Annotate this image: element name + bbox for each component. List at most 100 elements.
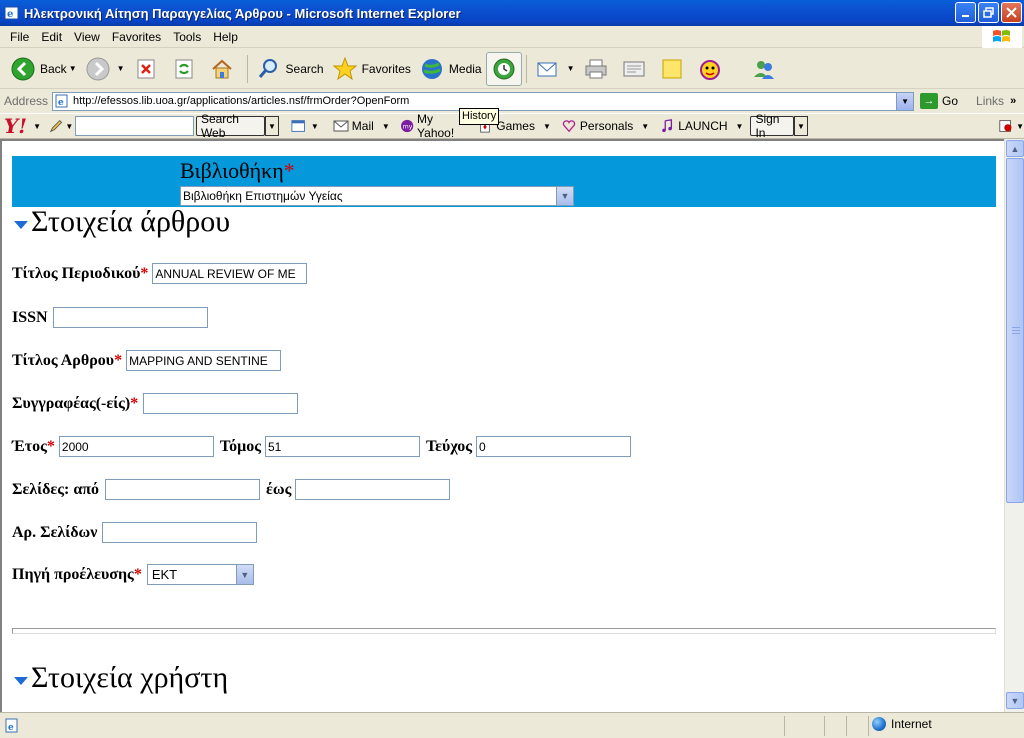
menu-view[interactable]: View: [68, 30, 106, 44]
my-yahoo-button[interactable]: my My Yahoo!: [400, 112, 468, 140]
edit-button[interactable]: [617, 52, 655, 86]
article-title-input[interactable]: MAPPING AND SENTINE: [126, 350, 282, 371]
pages-row: Σελίδες: από έως: [12, 479, 451, 500]
section-user-heading[interactable]: Στοιχεία χρήστη: [14, 661, 228, 695]
links-toolbar[interactable]: Links: [976, 94, 1004, 108]
menu-favorites[interactable]: Favorites: [106, 30, 167, 44]
library-banner: Βιβλιοθήκη* Βιβλιοθήκη Επιστημών Υγείας …: [12, 156, 996, 207]
library-label-text: Βιβλιοθήκη: [180, 158, 284, 183]
chevron-down-icon[interactable]: ▼: [641, 122, 649, 131]
chevron-down-icon[interactable]: ▼: [33, 122, 41, 131]
collapse-triangle-icon[interactable]: [14, 221, 28, 229]
minimize-icon: [961, 14, 969, 17]
favorites-button[interactable]: Favorites: [328, 52, 415, 86]
window-title: Ηλεκτρονική Αίτηση Παραγγελίας Άρθρου - …: [24, 5, 461, 21]
launch-button[interactable]: LAUNCH ▼: [659, 119, 743, 133]
menu-edit[interactable]: Edit: [35, 30, 68, 44]
year-input[interactable]: 2000: [58, 436, 214, 457]
article-title-label: Τίτλος Αρθρου: [12, 351, 115, 369]
chevron-down-icon[interactable]: ▼: [556, 187, 573, 205]
ie-app-icon: e: [4, 6, 19, 20]
messenger-smiley-button[interactable]: [693, 52, 731, 86]
stop-button[interactable]: [129, 52, 167, 86]
yahoo-mail-button[interactable]: Mail ▼: [333, 119, 390, 133]
pencil-icon[interactable]: [49, 118, 63, 134]
highlight-window-icon[interactable]: [291, 118, 309, 134]
issue-input[interactable]: 0: [476, 436, 631, 457]
chevron-down-icon[interactable]: ▼: [543, 122, 551, 131]
required-marker: *: [140, 264, 149, 282]
volume-label: Τόμος: [219, 437, 261, 455]
back-button[interactable]: Back ▼: [6, 52, 81, 86]
chevron-down-icon[interactable]: ▼: [793, 116, 808, 136]
chevron-down-icon[interactable]: ▼: [382, 122, 390, 131]
music-note-icon: [662, 119, 673, 133]
yahoo-logo[interactable]: Y!: [4, 114, 27, 138]
chevron-down-icon[interactable]: ▼: [567, 64, 575, 73]
pages-from-input[interactable]: [105, 479, 261, 500]
year-label: Έτος: [12, 437, 47, 455]
source-row: Πηγή προέλευσης * EKT ▼: [12, 564, 254, 585]
chevron-down-icon[interactable]: ▼: [736, 122, 744, 131]
media-globe-icon: [421, 58, 442, 79]
discuss-button[interactable]: [655, 52, 693, 86]
scroll-thumb[interactable]: [1006, 158, 1024, 503]
chevron-down-icon[interactable]: ▼: [1016, 122, 1024, 131]
yahoo-search-input[interactable]: [75, 116, 194, 136]
collapse-triangle-icon[interactable]: [14, 677, 28, 685]
page-count-input[interactable]: [102, 522, 258, 543]
toolbar-separator: [246, 54, 248, 83]
print-button[interactable]: [579, 52, 617, 86]
page-content: Βιβλιοθήκη * Βιβλιοθήκη Επιστημών Υγείας …: [0, 139, 1004, 712]
restore-button[interactable]: [978, 2, 999, 23]
home-button[interactable]: [205, 52, 243, 86]
issn-row: ISSN: [12, 307, 208, 328]
history-button[interactable]: [485, 51, 522, 86]
messenger-button[interactable]: [747, 52, 785, 86]
menu-help[interactable]: Help: [207, 30, 244, 44]
article-title-row: Τίτλος Αρθρου * MAPPING AND SENTINE: [12, 350, 282, 371]
section-article-heading[interactable]: Στοιχεία άρθρου: [14, 205, 230, 239]
search-web-button[interactable]: Search Web: [195, 112, 265, 140]
issn-input[interactable]: [52, 307, 208, 328]
pages-to-input[interactable]: [295, 479, 451, 500]
sign-in-button[interactable]: Sign In: [750, 112, 794, 140]
source-label: Πηγή προέλευσης: [12, 565, 134, 583]
status-bar: e Internet: [0, 712, 1024, 738]
menu-tools[interactable]: Tools: [167, 30, 207, 44]
close-button[interactable]: [1001, 2, 1022, 23]
minimize-button[interactable]: [955, 2, 976, 23]
authors-input[interactable]: [143, 393, 299, 414]
issue-label: Τεύχος: [425, 437, 472, 455]
vertical-scrollbar[interactable]: ▲ ▼: [1004, 139, 1024, 712]
media-button[interactable]: Media: [415, 52, 486, 86]
chevron-down-icon[interactable]: ▼: [117, 64, 125, 73]
source-select[interactable]: EKT ▼: [146, 564, 254, 585]
chevron-right-icon[interactable]: »: [1010, 95, 1016, 107]
chevron-down-icon[interactable]: ▼: [69, 64, 77, 73]
go-button[interactable]: → Go: [920, 93, 958, 109]
volume-input[interactable]: 51: [264, 436, 420, 457]
mail-button[interactable]: ▼: [531, 52, 579, 86]
chevron-down-icon[interactable]: ▼: [265, 116, 279, 136]
address-bar: Address e http://efessos.lib.uoa.gr/appl…: [0, 90, 1024, 112]
svg-text:e: e: [58, 98, 64, 108]
search-button[interactable]: Search: [252, 52, 328, 86]
address-dropdown-button[interactable]: ▼: [896, 92, 914, 110]
launch-label: LAUNCH: [678, 119, 728, 133]
refresh-button[interactable]: [167, 52, 205, 86]
journal-title-input[interactable]: ANNUAL REVIEW OF ME: [152, 263, 308, 284]
scroll-down-button[interactable]: ▼: [1006, 692, 1024, 709]
library-select[interactable]: Βιβλιοθήκη Επιστημών Υγείας ▼: [180, 186, 574, 206]
antispy-icon[interactable]: [998, 118, 1014, 134]
personals-button[interactable]: Personals ▼: [561, 119, 649, 133]
chevron-down-icon[interactable]: ▼: [311, 122, 319, 131]
zone-label: Internet: [891, 717, 932, 731]
chevron-down-icon[interactable]: ▼: [235, 565, 253, 584]
scroll-up-button[interactable]: ▲: [1006, 140, 1024, 157]
pages-to-label: έως: [266, 480, 292, 498]
chevron-down-icon[interactable]: ▼: [65, 122, 73, 131]
menu-file[interactable]: File: [4, 30, 35, 44]
restore-icon: [983, 7, 994, 18]
forward-button[interactable]: ▼: [81, 52, 129, 86]
